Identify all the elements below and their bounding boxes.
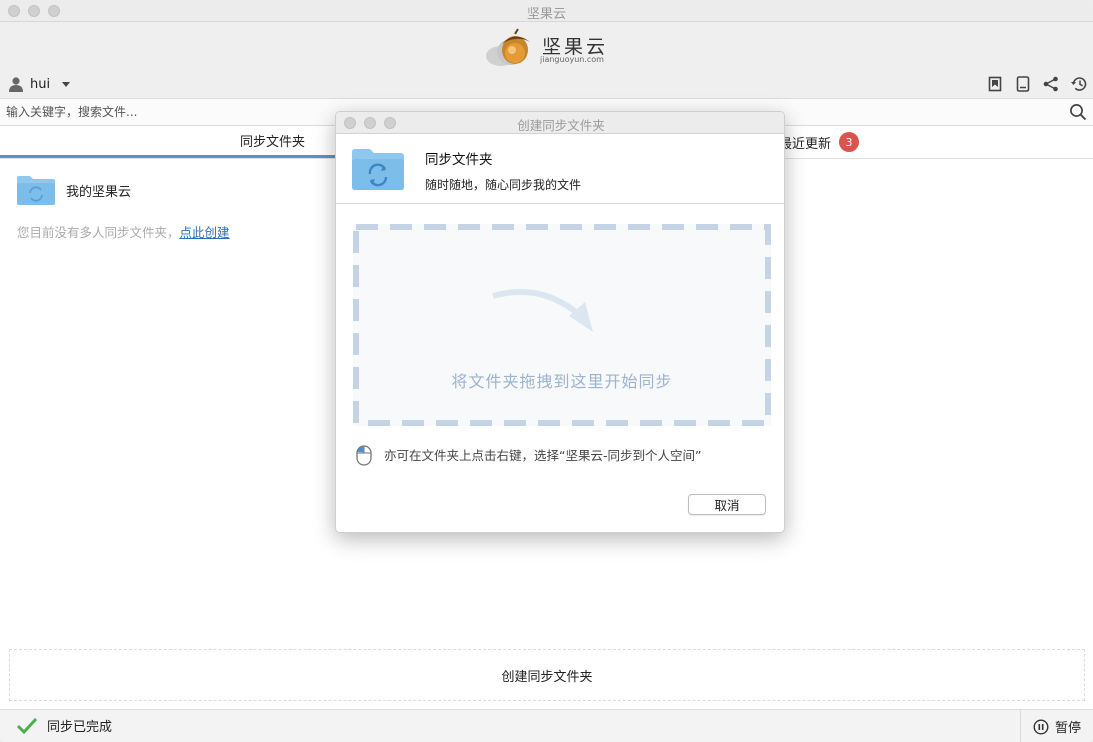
create-sync-folder-button[interactable]: 创建同步文件夹 bbox=[9, 649, 1085, 701]
header-toolbar bbox=[985, 74, 1089, 94]
search-button[interactable] bbox=[1069, 103, 1087, 125]
recent-count-badge: 3 bbox=[839, 132, 859, 152]
tablet-icon bbox=[1016, 76, 1030, 92]
tab-sync-label: 同步文件夹 bbox=[239, 135, 305, 150]
bookmark-button[interactable] bbox=[985, 74, 1005, 94]
title-bar: 坚果云 bbox=[0, 0, 1093, 22]
hint-text: 您目前没有多人同步文件夹， bbox=[17, 225, 180, 240]
sync-status: 同步已完成 bbox=[16, 716, 112, 735]
folder-name: 我的坚果云 bbox=[66, 184, 132, 200]
share-button[interactable] bbox=[1041, 74, 1061, 94]
create-sync-folder-label: 创建同步文件夹 bbox=[501, 669, 593, 685]
dialog-heading: 同步文件夹 bbox=[425, 152, 493, 168]
bookmark-icon bbox=[988, 76, 1002, 92]
dialog-title: 创建同步文件夹 bbox=[517, 118, 605, 133]
share-icon bbox=[1043, 76, 1058, 92]
mouse-icon bbox=[356, 445, 372, 466]
tip-text: 亦可在文件夹上点击右键，选择“坚果云-同步到个人空间” bbox=[384, 447, 702, 463]
no-shared-folders-hint: 您目前没有多人同步文件夹，点此创建 bbox=[17, 222, 230, 241]
user-icon bbox=[9, 77, 23, 92]
folder-item-my-jianguoyun[interactable]: 我的坚果云 bbox=[16, 174, 131, 206]
create-sync-folder-dialog: 创建同步文件夹 同步文件夹 随时随地，随心同步我的文件 将文件夹拖拽到这里开始同… bbox=[335, 111, 785, 533]
user-name: hui bbox=[30, 76, 51, 92]
drop-zone-text: 将文件夹拖拽到这里开始同步 bbox=[451, 372, 673, 391]
user-menu[interactable]: hui bbox=[8, 74, 71, 94]
pause-sync-button[interactable]: 暂停 bbox=[1020, 710, 1093, 742]
chevron-down-icon bbox=[62, 81, 71, 87]
dialog-header: 同步文件夹 随时随地，随心同步我的文件 bbox=[336, 134, 784, 204]
jianguoyun-logo: 坚果云 jianguoyun.com bbox=[485, 28, 615, 68]
drag-arrow-icon bbox=[492, 288, 593, 332]
checkmark-icon bbox=[16, 717, 38, 734]
device-button[interactable] bbox=[1013, 74, 1033, 94]
sync-status-text: 同步已完成 bbox=[47, 720, 113, 735]
app-window: 坚果云 坚果云 jianguoyun.com hui 输入关键字，搜索文件...… bbox=[0, 0, 1093, 742]
dialog-title-bar: 创建同步文件夹 bbox=[336, 112, 784, 134]
tab-recent-label: 最近更新 bbox=[778, 136, 831, 152]
pause-label: 暂停 bbox=[1054, 721, 1081, 736]
pause-icon bbox=[1033, 718, 1049, 735]
logo-domain: jianguoyun.com bbox=[540, 55, 604, 64]
acorn-cloud-icon bbox=[486, 28, 530, 66]
create-shared-folder-link[interactable]: 点此创建 bbox=[180, 225, 230, 240]
dialog-subheading: 随时随地，随心同步我的文件 bbox=[425, 178, 582, 192]
cancel-button[interactable]: 取消 bbox=[688, 494, 766, 515]
right-click-tip: 亦可在文件夹上点击右键，选择“坚果云-同步到个人空间” bbox=[354, 442, 701, 466]
search-icon bbox=[1070, 104, 1087, 121]
history-button[interactable] bbox=[1069, 74, 1089, 94]
app-header: 坚果云 jianguoyun.com hui bbox=[0, 22, 1093, 98]
history-clock-icon bbox=[1071, 77, 1087, 91]
status-bar: 同步已完成 暂停 bbox=[0, 709, 1093, 742]
sync-folder-icon bbox=[352, 149, 404, 190]
folder-drop-zone[interactable]: 将文件夹拖拽到这里开始同步 bbox=[353, 224, 771, 426]
sync-folder-icon bbox=[17, 176, 55, 205]
window-title: 坚果云 bbox=[526, 7, 566, 22]
